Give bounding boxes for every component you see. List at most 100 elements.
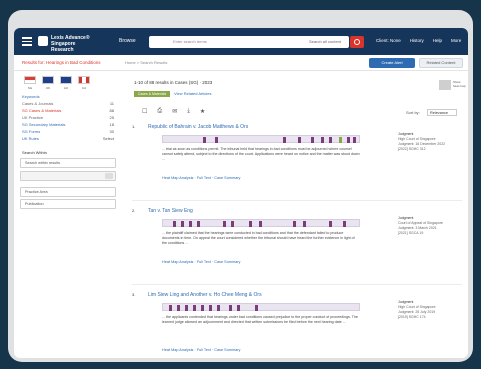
meta-citation: [2022] SGHC 312 [398, 147, 426, 151]
result-item: 1. Republic of Bahrain v. Jacob Matthews… [132, 124, 462, 180]
browse-menu[interactable]: Browse [119, 38, 136, 44]
heatmap-toggle-label: Show heat map [453, 80, 466, 88]
meta-date: Judgment: 25 July 2019 [398, 310, 436, 314]
result-number: 1. [132, 124, 136, 129]
search-placeholder: Enter search terms [173, 39, 207, 44]
email-icon[interactable]: ✉ [172, 108, 177, 115]
category-count: 11 [109, 101, 114, 106]
filter-sidebar: SG UK AU CA Keywords Cases & Journals 11 … [20, 76, 118, 209]
search-within-apply[interactable] [20, 171, 116, 181]
meta-citation: [2019] SGHC 174 [398, 315, 426, 319]
result-snippet: ... the plaintiff claimed that the heari… [162, 231, 355, 246]
category-name: SG Secondary Materials [22, 122, 66, 127]
meta-court: High Court of Singapore [398, 137, 436, 141]
logo-icon[interactable] [38, 36, 48, 46]
category-name: SG Forms [22, 129, 41, 134]
nav-links: Client: None History Help More [376, 38, 461, 43]
filter-label: Practice Area [25, 190, 48, 194]
category-row[interactable]: UK Rules Select [20, 136, 118, 142]
heatmap-toggle-icon[interactable] [439, 80, 451, 90]
category-name: Cases & Journals [22, 101, 54, 106]
results-summary: 1-10 of 88 results in Cases (SG) · 2023 [134, 80, 213, 85]
category-row[interactable]: SG Cases & Materials 88 [20, 108, 118, 114]
filter-practice-area[interactable]: Practice Area [20, 187, 116, 197]
download-icon[interactable]: ⤓ [187, 108, 190, 115]
results-subheader: Results for: Hearings in Bad Conditions … [14, 55, 468, 71]
sort-select[interactable]: Relevance [427, 109, 457, 116]
sort-label: Sort by: [406, 110, 420, 115]
result-header: 3. Lim Siew Ling and Another v. Ho Chee … [132, 292, 462, 300]
favorite-icon[interactable]: ★ [200, 108, 205, 115]
go-button[interactable] [105, 173, 113, 179]
category-name: SG Cases & Materials [22, 108, 62, 113]
category-row[interactable]: SG Forms 30 [20, 129, 118, 135]
result-title[interactable]: Lim Siew Ling and Another v. Ho Chee Men… [148, 292, 262, 298]
filter-publication[interactable]: Publication [20, 199, 116, 209]
related-articles-link[interactable]: View Related Articles [174, 91, 212, 96]
nav-link-client[interactable]: Client: None [376, 38, 401, 43]
category-name: UK Practice [22, 115, 44, 120]
category-name: UK Rules [22, 136, 39, 141]
result-divider [132, 284, 462, 285]
result-toolbar: ☐ ⎙ ✉ ⤓ ★ [142, 108, 205, 115]
flag-labels: SG UK AU CA [24, 86, 118, 90]
breadcrumb[interactable]: Home > Search Results [125, 60, 167, 65]
term-heatmap-bar[interactable] [162, 135, 360, 143]
flag-uk-icon[interactable] [42, 76, 54, 84]
category-chip[interactable]: Cases & Materials [134, 91, 170, 97]
search-within-input[interactable]: Search within results [20, 158, 116, 168]
related-content-button[interactable]: Related Content [419, 58, 463, 68]
category-row[interactable]: Keywords [20, 94, 118, 100]
search-within-label: Search Within [22, 150, 47, 155]
meta-court: High Court of Singapore [398, 305, 436, 309]
result-title[interactable]: Tan v. Tan Siew Eng [148, 208, 193, 214]
result-metadata: Judgment Court of Appeal of Singapore Ju… [398, 216, 458, 236]
results-title: Results for: Hearings in Bad Conditions [22, 60, 101, 65]
meta-date: Judgment: 3 March 2021 [398, 226, 437, 230]
nav-link-history[interactable]: History [410, 38, 424, 43]
category-row[interactable]: Cases & Journals 11 [20, 101, 118, 107]
flag-sg-icon[interactable] [24, 76, 36, 84]
result-links[interactable]: Heat Map Analysis · Full Text · Case Sum… [162, 176, 240, 180]
nav-link-more[interactable]: More [451, 38, 461, 43]
category-count: 25 [109, 115, 114, 120]
result-item: 3. Lim Siew Ling and Another v. Ho Chee … [132, 292, 462, 352]
app-logo-text[interactable]: Lexis Advance® Singapore Research [51, 35, 97, 53]
result-header: 1. Republic of Bahrain v. Jacob Matthews… [132, 124, 462, 132]
flag-ca-icon[interactable] [78, 76, 90, 84]
result-number: 3. [132, 292, 136, 297]
flag-label: CA [81, 86, 87, 90]
term-heatmap-bar[interactable] [162, 303, 360, 311]
search-scope-dropdown[interactable]: Search all content [309, 39, 341, 44]
result-links[interactable]: Heat Map Analysis · Full Text · Case Sum… [162, 348, 240, 352]
term-heatmap-bar[interactable] [162, 219, 360, 227]
meta-date: Judgment: 16 December 2022 [398, 142, 446, 146]
select-all-icon[interactable]: ☐ [142, 108, 147, 115]
nav-link-help[interactable]: Help [433, 38, 442, 43]
result-number: 2. [132, 208, 136, 213]
print-icon[interactable]: ⎙ [157, 108, 162, 115]
search-button[interactable] [350, 36, 364, 48]
flag-label: SG [27, 86, 33, 90]
result-metadata: Judgment High Court of Singapore Judgmen… [398, 132, 458, 152]
category-row[interactable]: UK Practice 25 [20, 115, 118, 121]
result-snippet: ... the applicants contended that hearin… [162, 315, 358, 325]
result-item: 2. Tan v. Tan Siew Eng ... the plaintiff… [132, 208, 462, 264]
search-input[interactable]: Enter search terms Search all content [149, 36, 349, 48]
result-links[interactable]: Heat Map Analysis · Full Text · Case Sum… [162, 260, 240, 264]
flag-label: AU [63, 86, 69, 90]
category-row[interactable]: SG Secondary Materials 18 [20, 122, 118, 128]
category-count: 18 [109, 122, 114, 127]
result-header: 2. Tan v. Tan Siew Eng [132, 208, 462, 216]
result-title[interactable]: Republic of Bahrain v. Jacob Matthews & … [148, 124, 248, 130]
meta-citation: [2021] SGCA 19 [398, 231, 424, 235]
result-snippet: ... trial as soon as conditions permit. … [162, 147, 360, 162]
flag-au-icon[interactable] [60, 76, 72, 84]
menu-icon[interactable] [22, 37, 32, 46]
category-list: Keywords Cases & Journals 11 SG Cases & M… [20, 94, 118, 142]
country-flags [24, 76, 118, 84]
result-metadata: Judgment High Court of Singapore Judgmen… [398, 300, 458, 320]
category-count: 30 [109, 129, 114, 134]
flag-label: UK [45, 86, 51, 90]
create-alert-button[interactable]: Create Alert [369, 58, 415, 68]
